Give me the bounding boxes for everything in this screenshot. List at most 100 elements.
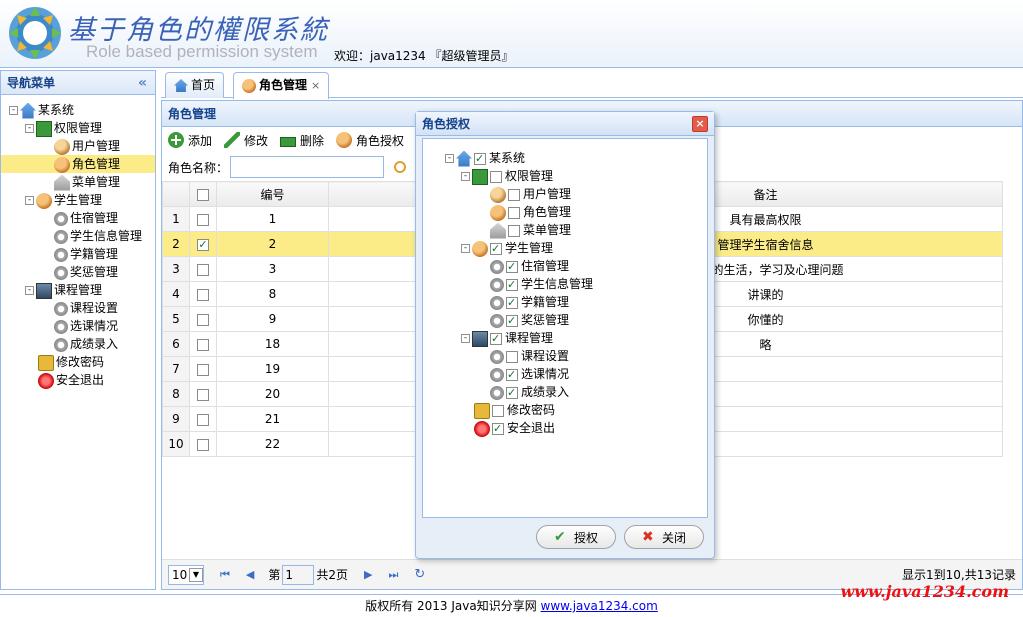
tree-node[interactable]: 角色管理: [1, 155, 155, 173]
edit-button[interactable]: 修改: [224, 132, 268, 149]
tree-node[interactable]: 成绩录入: [1, 335, 155, 353]
collapse-toggle-icon[interactable]: -: [461, 172, 470, 181]
collapse-toggle-icon[interactable]: -: [9, 106, 18, 115]
tree-node[interactable]: - 权限管理: [1, 119, 155, 137]
permission-checkbox[interactable]: [508, 206, 520, 219]
permission-checkbox[interactable]: ✓: [474, 152, 486, 165]
collapse-icon[interactable]: «: [138, 71, 147, 95]
tree-node[interactable]: 角色管理: [445, 203, 707, 221]
tree-node-label: 学生信息管理: [70, 229, 143, 243]
tree-node[interactable]: 课程设置: [445, 347, 707, 365]
tree-node[interactable]: 学籍管理: [1, 245, 155, 263]
id-header[interactable]: 编号: [216, 181, 329, 207]
tree-node[interactable]: 奖惩管理: [1, 263, 155, 281]
permission-checkbox[interactable]: [492, 404, 504, 417]
permission-checkbox[interactable]: ✓: [506, 260, 518, 273]
tree-node[interactable]: - ✓ 课程管理: [445, 329, 707, 347]
tree-node[interactable]: - 某系统: [1, 101, 155, 119]
collapse-toggle-icon[interactable]: -: [461, 334, 470, 343]
row-checkbox[interactable]: [197, 438, 209, 451]
dialog-close-label: 关闭: [661, 530, 686, 545]
row-checkbox[interactable]: [197, 213, 209, 226]
tree-node[interactable]: 修改密码: [445, 401, 707, 419]
next-page-icon[interactable]: ▶: [364, 568, 372, 581]
row-checkbox[interactable]: [197, 313, 209, 326]
tree-node[interactable]: ✓ 成绩录入: [445, 383, 707, 401]
add-button[interactable]: 添加: [168, 132, 212, 149]
permission-checkbox[interactable]: [506, 350, 518, 363]
nav-tree: - 某系统 - 权限管理 用户管理角色管理菜单管理 - 学生管理 住宿管理学生信息管理 学籍管理…: [1, 95, 155, 389]
row-checkbox[interactable]: [197, 338, 209, 351]
row-checkbox[interactable]: [197, 363, 209, 376]
permission-checkbox[interactable]: ✓: [506, 386, 518, 399]
row-checkbox[interactable]: ✓: [197, 238, 209, 251]
permission-checkbox[interactable]: [508, 188, 520, 201]
add-label: 添加: [188, 133, 213, 148]
site-link[interactable]: www.java1234.com: [541, 599, 658, 613]
row-checkbox[interactable]: [197, 263, 209, 276]
row-number: 10: [162, 431, 190, 457]
permission-checkbox[interactable]: ✓: [490, 332, 502, 345]
permission-checkbox[interactable]: ✓: [490, 242, 502, 255]
permission-checkbox[interactable]: ✓: [492, 422, 504, 435]
tree-node[interactable]: ✓ 选课情况: [445, 365, 707, 383]
prev-page-icon[interactable]: ◀: [246, 568, 254, 581]
tree-node[interactable]: - ✓ 某系统: [445, 149, 707, 167]
last-page-icon[interactable]: ⏭: [389, 568, 399, 582]
collapse-toggle-icon[interactable]: -: [461, 244, 470, 253]
tree-node[interactable]: 菜单管理: [445, 221, 707, 239]
tree-node[interactable]: - 权限管理: [445, 167, 707, 185]
tree-node[interactable]: - 课程管理: [1, 281, 155, 299]
collapse-toggle-icon[interactable]: -: [25, 196, 34, 205]
tree-node[interactable]: 学生信息管理: [1, 227, 155, 245]
role-name-input[interactable]: [230, 156, 385, 178]
refresh-icon[interactable]: ↻: [414, 567, 425, 582]
tab-home[interactable]: 首页: [165, 72, 225, 98]
check-icon: ✔: [553, 529, 566, 545]
tree-node[interactable]: - 学生管理: [1, 191, 155, 209]
collapse-toggle-icon[interactable]: -: [25, 286, 34, 295]
row-checkbox[interactable]: [197, 388, 209, 401]
select-all-checkbox[interactable]: [197, 188, 209, 201]
first-page-icon[interactable]: ⏮: [220, 568, 230, 582]
tree-node-label: 角色管理: [72, 157, 121, 171]
tab-role-management[interactable]: 角色管理 ×: [233, 72, 330, 99]
tree-node[interactable]: 用户管理: [445, 185, 707, 203]
tree-node[interactable]: ✓ 奖惩管理: [445, 311, 707, 329]
collapse-toggle-icon[interactable]: -: [445, 154, 454, 163]
tree-node[interactable]: ✓ 学籍管理: [445, 293, 707, 311]
tree-node[interactable]: ✓ 安全退出: [445, 419, 707, 437]
page-number-input[interactable]: 1: [282, 564, 315, 585]
close-icon[interactable]: ×: [692, 116, 708, 132]
tree-node-label: 学籍管理: [70, 247, 119, 261]
gear-icon: [490, 277, 504, 292]
authorize-confirm-button[interactable]: ✔ 授权: [536, 525, 616, 549]
gear-icon: [490, 313, 504, 328]
collapse-toggle-icon[interactable]: -: [25, 124, 34, 133]
permission-checkbox[interactable]: ✓: [506, 314, 518, 327]
authorize-button[interactable]: 角色授权: [336, 132, 404, 149]
tree-node[interactable]: 菜单管理: [1, 173, 155, 191]
tree-node[interactable]: 安全退出: [1, 371, 155, 389]
close-tab-icon[interactable]: ×: [311, 79, 320, 92]
id-cell: 9: [216, 306, 329, 332]
page-size-select[interactable]: 10 ▼: [168, 564, 204, 585]
permission-checkbox[interactable]: ✓: [506, 296, 518, 309]
row-checkbox[interactable]: [197, 413, 209, 426]
tree-node[interactable]: 住宿管理: [1, 209, 155, 227]
permission-checkbox[interactable]: [508, 224, 520, 237]
row-checkbox[interactable]: [197, 288, 209, 301]
permission-checkbox[interactable]: ✓: [506, 278, 518, 291]
tree-node[interactable]: - ✓ 学生管理: [445, 239, 707, 257]
tree-node[interactable]: ✓ 住宿管理: [445, 257, 707, 275]
tree-node[interactable]: 用户管理: [1, 137, 155, 155]
delete-button[interactable]: 删除: [280, 132, 324, 149]
dialog-close-button[interactable]: ✖ 关闭: [624, 525, 704, 549]
tree-node[interactable]: 选课情况: [1, 317, 155, 335]
tree-node[interactable]: ✓ 学生信息管理: [445, 275, 707, 293]
tree-node[interactable]: 课程设置: [1, 299, 155, 317]
permission-checkbox[interactable]: ✓: [506, 368, 518, 381]
search-icon[interactable]: [394, 161, 407, 173]
tree-node[interactable]: 修改密码: [1, 353, 155, 371]
permission-checkbox[interactable]: [490, 170, 502, 183]
